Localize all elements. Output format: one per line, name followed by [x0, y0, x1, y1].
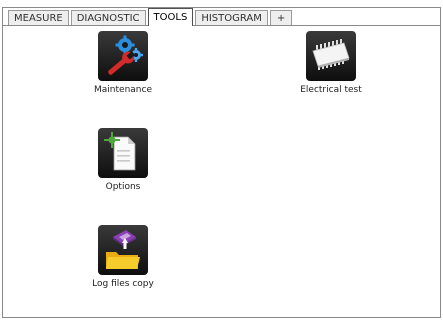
options-document-icon [98, 128, 148, 178]
maintenance-label: Maintenance [94, 85, 152, 95]
tab-divider [2, 25, 441, 26]
log-files-copy-icon [98, 225, 148, 275]
electrical-test-label: Electrical test [300, 85, 362, 95]
options-label: Options [105, 182, 141, 192]
electrical-test-tool[interactable]: Electrical test [281, 31, 381, 95]
tab-bar: MEASURE DIAGNOSTIC TOOLS HISTOGRAM + [8, 8, 294, 26]
add-tab-button[interactable]: + [269, 10, 293, 26]
log-files-copy-label: Log files copy [92, 279, 154, 289]
maintenance-icon [98, 31, 148, 81]
maintenance-tool[interactable]: Maintenance [73, 31, 173, 95]
tab-measure[interactable]: MEASURE [8, 10, 69, 26]
chip-icon [306, 31, 356, 81]
log-files-copy-tool[interactable]: Log files copy [73, 225, 173, 289]
options-tool[interactable]: Options [73, 128, 173, 192]
tab-diagnostic[interactable]: DIAGNOSTIC [70, 10, 146, 26]
tab-tools[interactable]: TOOLS [147, 8, 194, 26]
tab-histogram[interactable]: HISTOGRAM [195, 10, 268, 26]
